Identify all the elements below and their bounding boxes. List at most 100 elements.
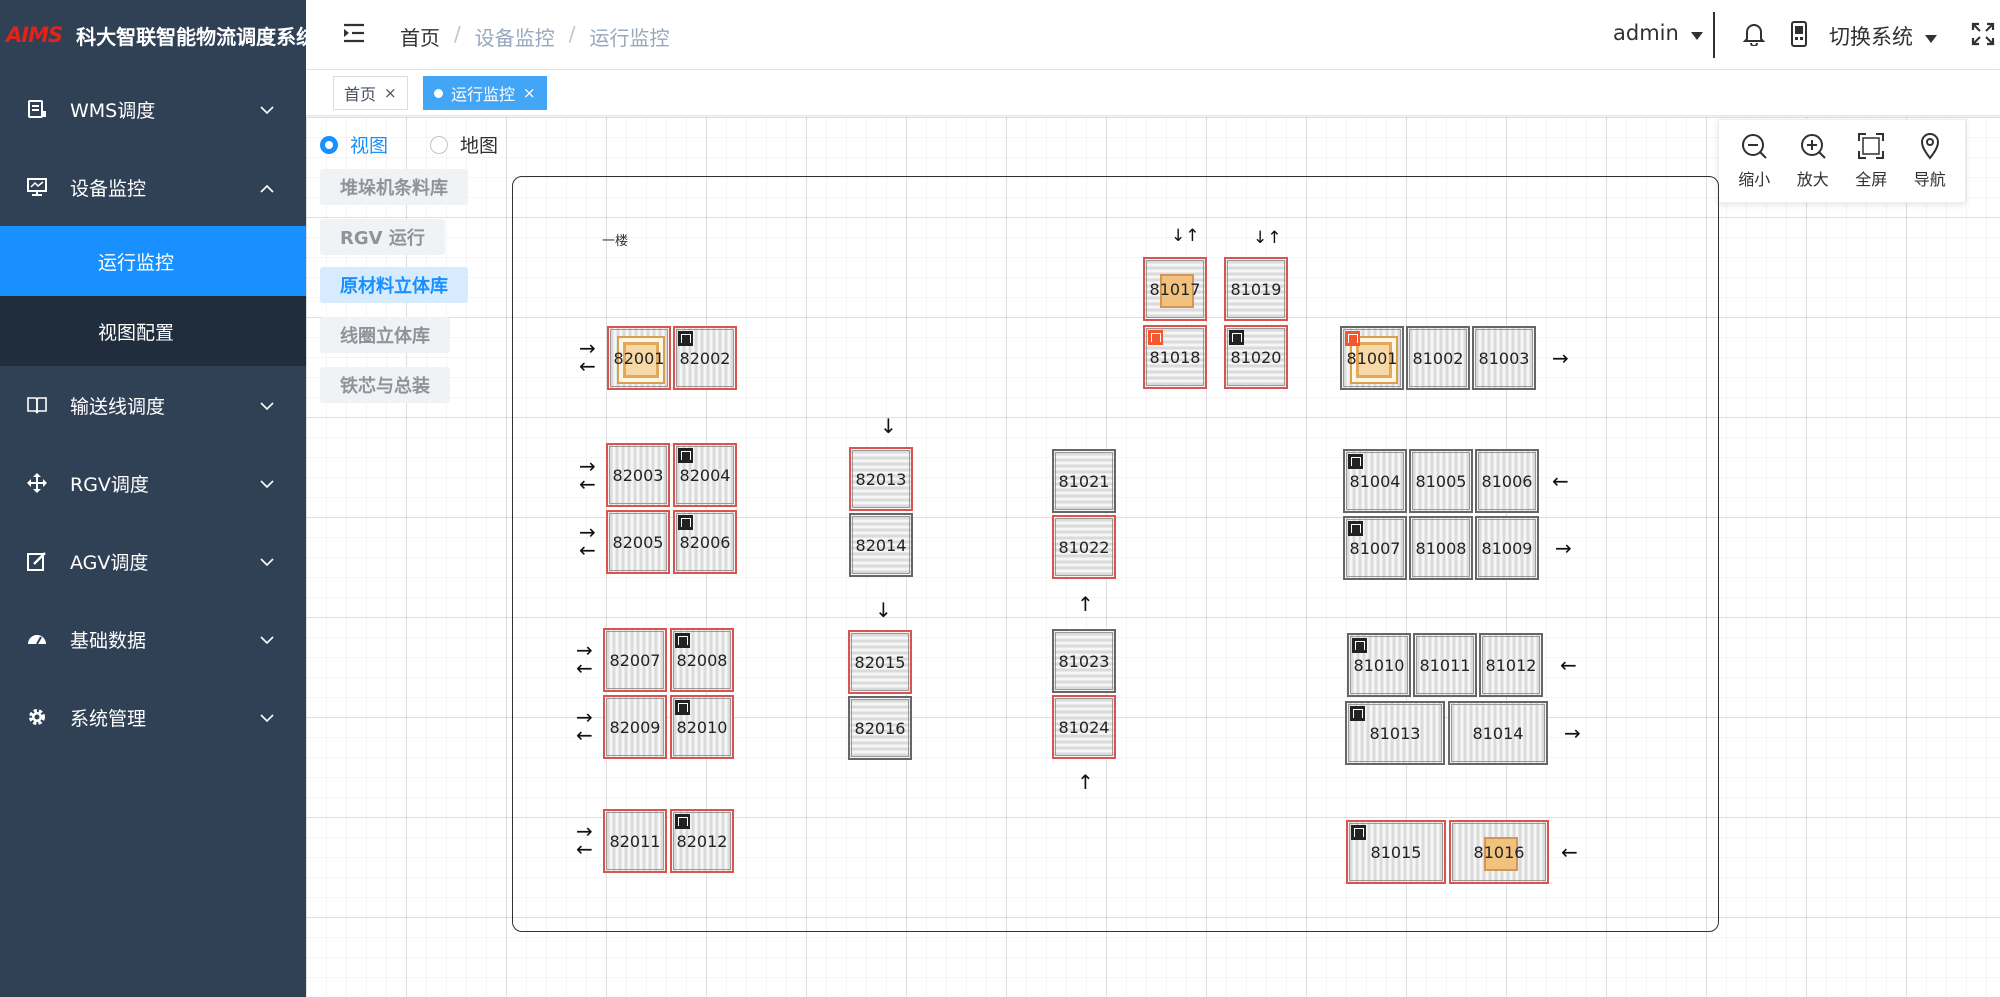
area-button-coil[interactable]: 线圈立体库	[320, 317, 450, 353]
arrow-left: ←	[1560, 653, 1577, 677]
sidebar-item-rgv[interactable]: RGV调度	[0, 444, 306, 522]
sidebar-item-conveyor[interactable]: 输送线调度	[0, 366, 306, 444]
conveyor-cell[interactable]: 82007	[603, 628, 667, 692]
conveyor-cell[interactable]: 82015	[848, 630, 912, 694]
conveyor-cell[interactable]: 82014	[849, 513, 913, 577]
conveyor-cell[interactable]: 81002	[1406, 326, 1470, 390]
map-toolbar: 缩小 放大 全屏 导航	[1718, 119, 1966, 203]
conveyor-cell[interactable]: 81006	[1475, 449, 1539, 513]
conveyor-cell[interactable]: 82003	[606, 443, 670, 507]
conveyor-cell[interactable]: 81018	[1143, 325, 1207, 389]
conveyor-cell[interactable]: 82006	[673, 510, 737, 574]
conveyor-cell[interactable]: 82012	[670, 809, 734, 873]
fullscreen-label: 全屏	[1855, 170, 1888, 189]
conveyor-cell[interactable]: 82013	[849, 447, 913, 511]
door-icon	[1351, 825, 1366, 840]
conveyor-cell[interactable]: 81020	[1224, 325, 1288, 389]
radio-view[interactable]: 视图	[320, 131, 388, 158]
close-icon[interactable]: ×	[523, 84, 536, 102]
conveyor-cell[interactable]: 81017	[1143, 257, 1207, 321]
conveyor-cell[interactable]: 81014	[1448, 701, 1548, 765]
conveyor-cell[interactable]: 81024	[1052, 695, 1116, 759]
area-button-stacker[interactable]: 堆垛机条料库	[320, 169, 468, 205]
sidebar-item-system[interactable]: 系统管理	[0, 678, 306, 756]
conveyor-cell[interactable]: 82005	[606, 510, 670, 574]
conveyor-cell[interactable]: 82004	[673, 443, 737, 507]
hamburger-icon[interactable]	[342, 22, 366, 48]
area-button-core-assembly[interactable]: 铁芯与总装	[320, 367, 450, 403]
zoom-out-label: 缩小	[1738, 170, 1771, 189]
conveyor-cell[interactable]: 81021	[1052, 449, 1116, 513]
arrow-left: ←	[1552, 469, 1569, 493]
conveyor-cell[interactable]: 82001	[607, 326, 671, 390]
tab-home[interactable]: 首页 ×	[333, 76, 408, 110]
conveyor-cell[interactable]: 82009	[603, 695, 667, 759]
conveyor-cell[interactable]: 81004	[1343, 449, 1407, 513]
floor-label: 一楼	[602, 234, 629, 249]
radio-circle	[320, 135, 338, 154]
arrow-left: ←	[1561, 840, 1578, 864]
zoom-in-label: 放大	[1796, 170, 1829, 189]
arrow-down: ↓	[875, 598, 892, 622]
caret-down-icon	[1690, 21, 1703, 45]
conveyor-cell[interactable]: 82011	[603, 809, 667, 873]
conveyor-cell[interactable]: 81011	[1413, 633, 1477, 697]
arrow-down-up: ↓↑	[1253, 228, 1282, 248]
conveyor-cell[interactable]: 82016	[848, 696, 912, 760]
sidebar-item-label: RGV调度	[70, 473, 149, 496]
radio-label: 地图	[460, 135, 499, 157]
breadcrumb-home[interactable]: 首页	[400, 22, 440, 51]
sidebar-item-agv[interactable]: AGV调度	[0, 522, 306, 600]
fullscreen-icon[interactable]	[1971, 22, 1995, 50]
arrow-right-left: → ←	[576, 705, 593, 747]
fullscreen-button[interactable]: 全屏	[1855, 132, 1887, 190]
breadcrumb-separator: /	[568, 22, 576, 46]
switch-system-dropdown[interactable]: 切换系统	[1829, 21, 1937, 51]
conveyor-cell[interactable]: 81023	[1052, 629, 1116, 693]
conveyor-cell[interactable]: 81019	[1224, 257, 1288, 321]
conveyor-cell[interactable]: 82008	[670, 628, 734, 692]
user-dropdown[interactable]: admin	[1613, 21, 1703, 45]
sidebar-item-run-monitor[interactable]: 运行监控	[0, 226, 306, 296]
conveyor-cell[interactable]: 81003	[1472, 326, 1536, 390]
conveyor-cell[interactable]: 81022	[1052, 515, 1116, 579]
conveyor-cell[interactable]: 81001	[1340, 326, 1404, 390]
zoom-in-button[interactable]: 放大	[1797, 132, 1829, 190]
sidebar-item-wms[interactable]: WMS调度	[0, 70, 306, 148]
radio-circle	[430, 135, 448, 154]
conveyor-cell[interactable]: 81007	[1343, 516, 1407, 580]
breadcrumb-separator: /	[454, 22, 461, 46]
conveyor-cell[interactable]: 81016	[1449, 820, 1549, 884]
close-icon[interactable]: ×	[384, 84, 397, 102]
conveyor-cell[interactable]: 81013	[1345, 701, 1445, 765]
arrow-right: →	[1555, 536, 1572, 560]
zoom-out-button[interactable]: 缩小	[1738, 132, 1770, 190]
device-icon[interactable]	[1790, 21, 1808, 51]
server-icon	[26, 98, 48, 120]
conveyor-cell[interactable]: 82002	[673, 326, 737, 390]
conveyor-cell[interactable]: 81005	[1409, 449, 1473, 513]
area-button-rgv[interactable]: RGV 运行	[320, 219, 445, 255]
conveyor-cell[interactable]: 81012	[1479, 633, 1543, 697]
conveyor-cell[interactable]: 81008	[1409, 516, 1473, 580]
chevron-down-icon	[260, 98, 274, 120]
radio-map[interactable]: 地图	[430, 131, 498, 158]
sidebar-item-base-data[interactable]: 基础数据	[0, 600, 306, 678]
conveyor-cell[interactable]: 81015	[1346, 820, 1446, 884]
tab-run-monitor[interactable]: 运行监控 ×	[423, 76, 547, 110]
warehouse-map-canvas: 一楼 82001 82002 82003 82004 82005 82006 8…	[512, 176, 1719, 932]
aims-logo: AIMS	[6, 23, 63, 47]
sidebar-item-view-config[interactable]: 视图配置	[0, 296, 306, 366]
chevron-down-icon	[260, 550, 274, 572]
bell-icon[interactable]	[1742, 22, 1766, 50]
sidebar-item-device-monitor[interactable]: 设备监控	[0, 148, 306, 226]
app-logo: AIMS 科大智联智能物流调度系统	[0, 0, 306, 70]
conveyor-cell[interactable]: 81010	[1347, 633, 1411, 697]
door-icon	[678, 448, 693, 463]
conveyor-cell[interactable]: 82010	[670, 695, 734, 759]
navigate-button[interactable]: 导航	[1914, 132, 1946, 190]
arrow-right-left: → ←	[579, 336, 596, 378]
conveyor-cell[interactable]: 81009	[1475, 516, 1539, 580]
door-icon	[678, 515, 693, 530]
area-button-raw-material[interactable]: 原材料立体库	[320, 267, 468, 303]
